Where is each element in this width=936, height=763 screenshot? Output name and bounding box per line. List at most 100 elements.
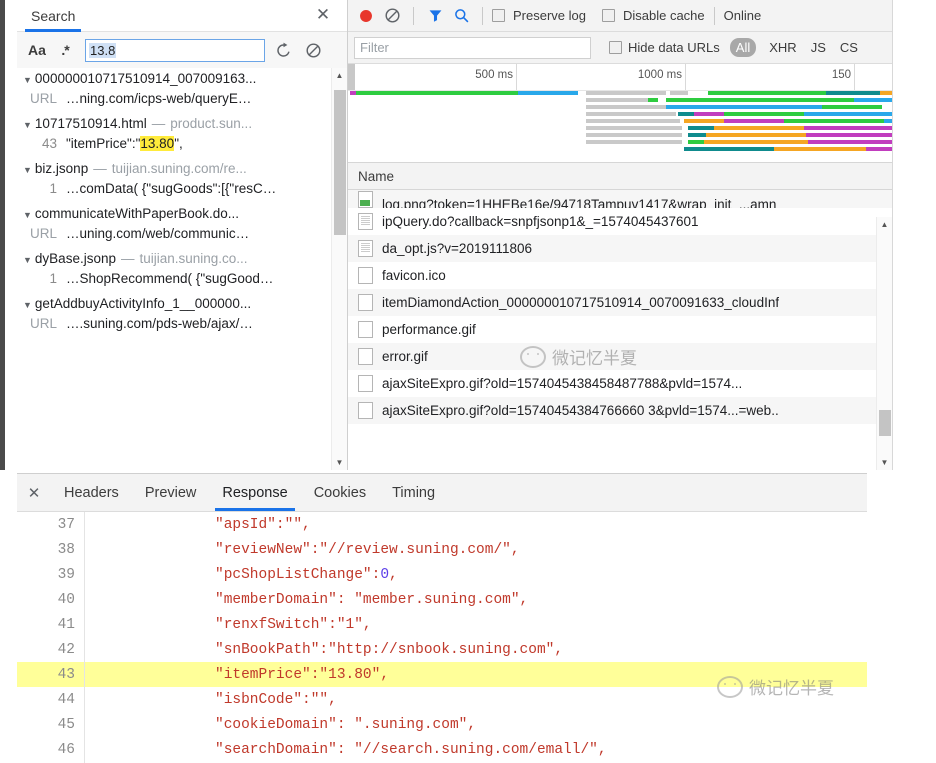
regex-button[interactable]: .* bbox=[55, 42, 75, 58]
response-code-viewer[interactable]: 37 "apsId":"", 38 "reviewNew":"//review.sun… bbox=[17, 512, 867, 763]
search-result-header[interactable]: ▼ 10717510914.html — product.sun... bbox=[17, 113, 347, 135]
hide-data-urls-checkbox[interactable] bbox=[609, 41, 622, 54]
table-row[interactable]: ajaxSiteExpro.gif?old=15740454384766660 … bbox=[348, 397, 892, 424]
code-line[interactable]: 39 "pcShopListChange":0, bbox=[17, 562, 867, 587]
table-row[interactable]: da_opt.js?v=2019111806 bbox=[348, 235, 892, 262]
match-case-button[interactable]: Aa bbox=[25, 42, 49, 58]
filter-type-all[interactable]: All bbox=[729, 38, 757, 57]
table-row[interactable]: log.png?token=1HHEBe16e/94718Tampuv1417&… bbox=[348, 190, 892, 208]
clear-icon[interactable] bbox=[380, 4, 404, 28]
search-result-line[interactable]: 1 …ShopRecommend( {"sugGood… bbox=[17, 270, 347, 293]
code-line[interactable]: 38 "reviewNew":"//review.suning.com/", bbox=[17, 537, 867, 562]
table-row[interactable]: ipQuery.do?callback=snpfjsonp1&_=1574045… bbox=[348, 208, 892, 235]
code-token: "cookieDomain": ".suning.com", bbox=[215, 716, 477, 733]
table-row[interactable]: itemDiamondAction_000000010717510914_007… bbox=[348, 289, 892, 316]
timeline-tick-label: 500 ms bbox=[475, 69, 513, 81]
close-icon[interactable]: ✕ bbox=[313, 5, 333, 25]
code-line-number: 45 bbox=[57, 716, 75, 733]
filter-funnel-icon[interactable] bbox=[423, 4, 447, 28]
code-line-text: "reviewNew":"//review.suning.com/", bbox=[85, 542, 520, 558]
tab-response-underline bbox=[215, 507, 295, 511]
filter-input[interactable]: Filter bbox=[354, 36, 591, 59]
chevron-down-icon[interactable]: ▼ bbox=[23, 296, 32, 314]
tab-response[interactable]: Response bbox=[209, 475, 300, 511]
search-result-lineno: 43 bbox=[41, 136, 57, 151]
chevron-down-icon[interactable]: ▼ bbox=[23, 116, 32, 134]
search-results-scrollbar[interactable]: ▲ ▼ bbox=[331, 68, 347, 470]
timeline-bar bbox=[682, 105, 822, 109]
chevron-down-icon[interactable]: ▼ bbox=[23, 71, 32, 89]
close-icon[interactable]: ✕ bbox=[17, 484, 51, 502]
throttling-select[interactable]: Online bbox=[724, 8, 762, 23]
timeline-left-handle[interactable] bbox=[348, 64, 355, 90]
record-icon[interactable] bbox=[354, 4, 378, 28]
search-result-header[interactable]: ▼ getAddbuyActivityInfo_1__000000... bbox=[17, 293, 347, 315]
search-result-line[interactable]: URL …uning.com/web/communic… bbox=[17, 225, 347, 248]
timeline-bar bbox=[688, 126, 714, 130]
chevron-down-icon[interactable]: ▼ bbox=[23, 251, 32, 269]
caret-down-icon[interactable]: ▼ bbox=[332, 455, 347, 470]
code-line-number: 41 bbox=[57, 616, 75, 633]
caret-up-icon[interactable]: ▲ bbox=[877, 217, 892, 232]
tab-preview[interactable]: Preview bbox=[132, 475, 210, 511]
search-result-header[interactable]: ▼ dyBase.jsonp — tuijian.suning.co... bbox=[17, 248, 347, 270]
filter-type-xhr[interactable]: XHR bbox=[763, 38, 802, 57]
tab-headers[interactable]: Headers bbox=[51, 475, 132, 511]
table-row[interactable]: performance.gif bbox=[348, 316, 892, 343]
timeline-bar bbox=[684, 147, 774, 151]
search-result-separator: — bbox=[93, 161, 107, 176]
code-line[interactable]: 37 "apsId":"", bbox=[17, 512, 867, 537]
chevron-down-icon[interactable]: ▼ bbox=[23, 161, 32, 179]
scrollbar-thumb[interactable] bbox=[334, 90, 346, 235]
devtools-top-region: Search ✕ Aa .* 13.8 ▼ 000000010717510914… bbox=[17, 0, 893, 470]
tab-search[interactable]: Search bbox=[17, 1, 89, 32]
search-result-line[interactable]: URL …ning.com/icps-web/queryE… bbox=[17, 90, 347, 113]
network-toolbar: Preserve log Disable cache Online bbox=[348, 0, 892, 32]
table-row[interactable]: ajaxSiteExpro.gif?old=157404543845848778… bbox=[348, 370, 892, 397]
code-token: "snBookPath":"http://snbook.suning.com", bbox=[215, 641, 564, 658]
timeline-bar bbox=[586, 98, 648, 102]
preserve-log-checkbox[interactable] bbox=[492, 9, 505, 22]
code-line[interactable]: 45 "cookieDomain": ".suning.com", bbox=[17, 712, 867, 737]
code-line-highlighted[interactable]: 43 "itemPrice":"13.80", bbox=[17, 662, 867, 687]
blank-file-icon bbox=[358, 402, 373, 419]
caret-up-icon[interactable]: ▲ bbox=[332, 68, 347, 83]
tab-timing[interactable]: Timing bbox=[379, 475, 448, 511]
code-line[interactable]: 40 "memberDomain": "member.suning.com", bbox=[17, 587, 867, 612]
search-result-line[interactable]: 43 "itemPrice":"13.80", bbox=[17, 135, 347, 158]
search-results-list[interactable]: ▼ 000000010717510914_007009163... URL …n… bbox=[17, 68, 347, 470]
network-overview-timeline[interactable]: 500 ms 1000 ms 150 bbox=[348, 64, 892, 163]
scrollbar-thumb[interactable] bbox=[879, 410, 891, 436]
search-input[interactable]: 13.8 bbox=[85, 38, 265, 62]
timeline-tick-label: 1000 ms bbox=[637, 69, 682, 81]
chevron-down-icon[interactable]: ▼ bbox=[23, 206, 32, 224]
timeline-bars bbox=[348, 91, 892, 162]
search-result-line[interactable]: URL ….suning.com/pds-web/ajax/… bbox=[17, 315, 347, 338]
code-line[interactable]: 41 "renxfSwitch":"1", bbox=[17, 612, 867, 637]
disable-cache-checkbox[interactable] bbox=[601, 9, 615, 22]
timeline-bar bbox=[688, 140, 704, 144]
clear-search-icon[interactable] bbox=[301, 38, 325, 62]
network-list-scrollbar[interactable]: ▲ ▼ bbox=[876, 217, 892, 470]
search-result-header[interactable]: ▼ 000000010717510914_007009163... bbox=[17, 68, 347, 90]
search-icon[interactable] bbox=[449, 4, 473, 28]
network-request-list[interactable]: log.png?token=1HHEBe16e/94718Tampuv1417&… bbox=[348, 190, 892, 424]
caret-down-icon[interactable]: ▼ bbox=[877, 455, 892, 470]
table-row[interactable]: favicon.ico bbox=[348, 262, 892, 289]
timeline-bar bbox=[866, 147, 892, 151]
code-line[interactable]: 42 "snBookPath":"http://snbook.suning.com… bbox=[17, 637, 867, 662]
search-result-header[interactable]: ▼ biz.jsonp — tuijian.suning.com/re... bbox=[17, 158, 347, 180]
refresh-icon[interactable] bbox=[271, 38, 295, 62]
search-match-pre: "itemPrice":" bbox=[66, 136, 141, 151]
filter-type-css[interactable]: CS bbox=[834, 38, 864, 57]
search-result-file: 10717510914.html bbox=[34, 116, 147, 131]
filter-type-js[interactable]: JS bbox=[805, 38, 832, 57]
code-line[interactable]: 46 "searchDomain": "//search.suning.com/e… bbox=[17, 737, 867, 762]
request-name: ajaxSiteExpro.gif?old=157404543845848778… bbox=[382, 376, 743, 391]
blank-file-icon bbox=[358, 348, 373, 365]
search-result-header[interactable]: ▼ communicateWithPaperBook.do... bbox=[17, 203, 347, 225]
code-line[interactable]: 44 "isbnCode":"", bbox=[17, 687, 867, 712]
tab-cookies[interactable]: Cookies bbox=[301, 475, 379, 511]
table-row[interactable]: error.gif bbox=[348, 343, 892, 370]
search-result-line[interactable]: 1 …comData( {"sugGoods":[{"resC… bbox=[17, 180, 347, 203]
